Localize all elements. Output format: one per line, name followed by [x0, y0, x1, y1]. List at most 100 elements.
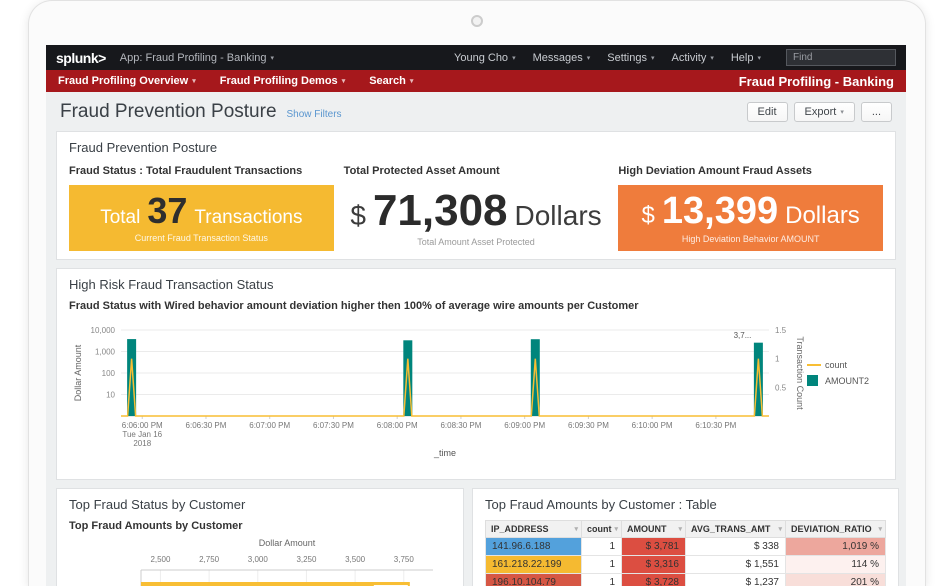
- count-line[interactable]: [121, 359, 769, 416]
- nav-fraud-profiling-demos[interactable]: Fraud Profiling Demos ▾: [220, 75, 345, 87]
- app-menu[interactable]: App: Fraud Profiling - Banking▾: [120, 52, 274, 64]
- dashboard-body: Fraud Prevention Posture Show Filters Ed…: [46, 92, 906, 586]
- topbar-right: Young Cho▾ Messages▾ Settings▾ Activity▾…: [454, 49, 896, 66]
- y-left-tick-label: 100: [102, 369, 116, 378]
- menu-settings-label: Settings: [607, 52, 647, 64]
- cell-count[interactable]: 1: [582, 538, 622, 556]
- cell-amount[interactable]: $ 3,728: [622, 574, 686, 586]
- x-tick-label: 6:09:00 PM: [504, 421, 545, 430]
- cell-avg-trans-amt[interactable]: $ 1,551: [686, 556, 786, 574]
- edit-button[interactable]: Edit: [747, 102, 788, 122]
- kpi-value: 37: [147, 193, 187, 229]
- menu-messages[interactable]: Messages▾: [533, 52, 591, 64]
- column-label: IP_ADDRESS: [491, 524, 549, 534]
- show-filters-link[interactable]: Show Filters: [287, 109, 342, 120]
- x-tick-label: 3,750: [394, 555, 415, 564]
- chevron-down-icon: ▾: [840, 109, 844, 116]
- kpi-value-line: $ 71,308 Dollars: [350, 189, 601, 233]
- screen: splunk> App: Fraud Profiling - Banking▾ …: [46, 45, 906, 586]
- menu-username[interactable]: Young Cho▾: [454, 52, 516, 64]
- chevron-down-icon: ▾: [271, 55, 275, 62]
- cell-avg-trans-amt[interactable]: $ 1,237: [686, 574, 786, 586]
- y-left-tick-label: 1,000: [95, 348, 116, 357]
- column-header-avg-trans-amt[interactable]: AVG_TRANS_AMT ▾: [686, 521, 786, 538]
- customer-amount-bar[interactable]: [141, 582, 410, 586]
- y-right-axis-title: Transaction Count: [795, 336, 805, 410]
- chevron-down-icon: ▾: [512, 55, 516, 62]
- kpi-card-high-deviation-amount[interactable]: $ 13,399 Dollars High Deviation Behavior…: [618, 185, 883, 251]
- menu-help[interactable]: Help▾: [731, 52, 761, 64]
- kpi-header: Total Protected Asset Amount: [344, 165, 609, 177]
- app-title: Fraud Profiling - Banking: [739, 74, 894, 89]
- nav-label: Fraud Profiling Overview: [58, 75, 188, 87]
- column-label: AVG_TRANS_AMT: [691, 524, 770, 534]
- table-panel-title: Top Fraud Amounts by Customer : Table: [485, 497, 886, 512]
- table-header-row: IP_ADDRESS ▾ count▾ AMOUNT▾ AVG_TRANS_AMT…: [486, 521, 886, 538]
- legend-amount2-swatch: [807, 375, 818, 386]
- kpi-col-fraud-status: Fraud Status : Total Fraudulent Transact…: [69, 165, 334, 251]
- splunk-topbar: splunk> App: Fraud Profiling - Banking▾ …: [46, 45, 906, 70]
- x-axis-title: _time: [433, 448, 456, 458]
- cell-count[interactable]: 1: [582, 556, 622, 574]
- kpi-card-total-transactions[interactable]: Total 37 Transactions Current Fraud Tran…: [69, 185, 334, 251]
- chevron-down-icon: ▾: [587, 55, 591, 62]
- chevron-down-icon: ▾: [410, 78, 414, 85]
- kpi-subtitle: High Deviation Behavior AMOUNT: [682, 234, 820, 244]
- nav-fraud-profiling-overview[interactable]: Fraud Profiling Overview▾: [58, 75, 196, 87]
- export-button[interactable]: Export▾: [794, 102, 855, 122]
- bar-value-annotation: 3,7...: [734, 331, 752, 340]
- y-left-tick-label: 10,000: [91, 326, 116, 335]
- column-header-deviation-ratio[interactable]: DEVIATION_RATIO▾: [786, 521, 886, 538]
- dashboard-actions: Edit Export▾ ...: [747, 102, 892, 122]
- cell-deviation-ratio[interactable]: 201 %: [786, 574, 886, 586]
- fraud-amounts-table: IP_ADDRESS ▾ count▾ AMOUNT▾ AVG_TRANS_AMT…: [485, 520, 886, 586]
- kpi-header: Fraud Status : Total Fraudulent Transact…: [69, 165, 334, 177]
- cell-avg-trans-amt[interactable]: $ 338: [686, 538, 786, 556]
- more-button[interactable]: ...: [861, 102, 892, 122]
- cell-count[interactable]: 1: [582, 574, 622, 586]
- column-header-amount[interactable]: AMOUNT▾: [622, 521, 686, 538]
- kpi-subtitle: Total Amount Asset Protected: [417, 237, 535, 247]
- cell-ip-address[interactable]: 161.218.22.199: [486, 556, 582, 574]
- more-icon: ...: [872, 106, 881, 118]
- nav-label: Search: [369, 75, 406, 87]
- table-row[interactable]: 196.10.104.791$ 3,728$ 1,237201 %: [486, 574, 886, 586]
- kpi-row: Fraud Status : Total Fraudulent Transact…: [69, 165, 883, 251]
- sort-icon: ▾: [574, 525, 578, 533]
- legend-amount2-label[interactable]: AMOUNT2: [825, 376, 869, 386]
- menu-settings[interactable]: Settings▾: [607, 52, 654, 64]
- cell-ip-address[interactable]: 196.10.104.79: [486, 574, 582, 586]
- chevron-down-icon: ▾: [342, 78, 346, 85]
- legend-count-label[interactable]: count: [825, 360, 848, 370]
- cell-amount[interactable]: $ 3,316: [622, 556, 686, 574]
- page-title: Fraud Prevention Posture: [60, 101, 277, 123]
- column-header-count[interactable]: count▾: [582, 521, 622, 538]
- menu-activity[interactable]: Activity▾: [672, 52, 714, 64]
- cell-deviation-ratio[interactable]: 114 %: [786, 556, 886, 574]
- menu-help-label: Help: [731, 52, 754, 64]
- cell-ip-address[interactable]: 141.96.6.188: [486, 538, 582, 556]
- table-row[interactable]: 141.96.6.1881$ 3,781$ 3381,019 %: [486, 538, 886, 556]
- sort-icon: ▾: [778, 525, 782, 533]
- kpi-prefix: Total: [100, 208, 140, 227]
- kpi-card-protected-amount[interactable]: $ 71,308 Dollars Total Amount Asset Prot…: [344, 185, 609, 251]
- x-tick-label: 3,500: [345, 555, 366, 564]
- kpi-prefix: $: [350, 202, 366, 230]
- find-input[interactable]: [786, 49, 896, 66]
- x-tick-label: 2,750: [199, 555, 220, 564]
- kpi-suffix: Dollars: [515, 202, 602, 230]
- x-tick-label: 6:09:30 PM: [568, 421, 609, 430]
- menu-activity-label: Activity: [672, 52, 707, 64]
- table-row[interactable]: 161.218.22.1991$ 3,316$ 1,551114 %: [486, 556, 886, 574]
- kpi-panel-title: Fraud Prevention Posture: [69, 140, 883, 155]
- timechart-panel: High Risk Fraud Transaction Status Fraud…: [56, 268, 896, 480]
- column-header-ip-address[interactable]: IP_ADDRESS ▾: [486, 521, 582, 538]
- cell-deviation-ratio[interactable]: 1,019 %: [786, 538, 886, 556]
- cell-amount[interactable]: $ 3,781: [622, 538, 686, 556]
- timechart-subtitle: Fraud Status with Wired behavior amount …: [69, 300, 883, 312]
- nav-label: Fraud Profiling Demos: [220, 75, 338, 87]
- nav-search[interactable]: Search ▾: [369, 75, 413, 87]
- fraud-table-panel: Top Fraud Amounts by Customer : Table IP…: [472, 488, 899, 586]
- x-tick-label: 2,500: [150, 555, 171, 564]
- kpi-col-protected-assets: Total Protected Asset Amount $ 71,308 Do…: [344, 165, 609, 251]
